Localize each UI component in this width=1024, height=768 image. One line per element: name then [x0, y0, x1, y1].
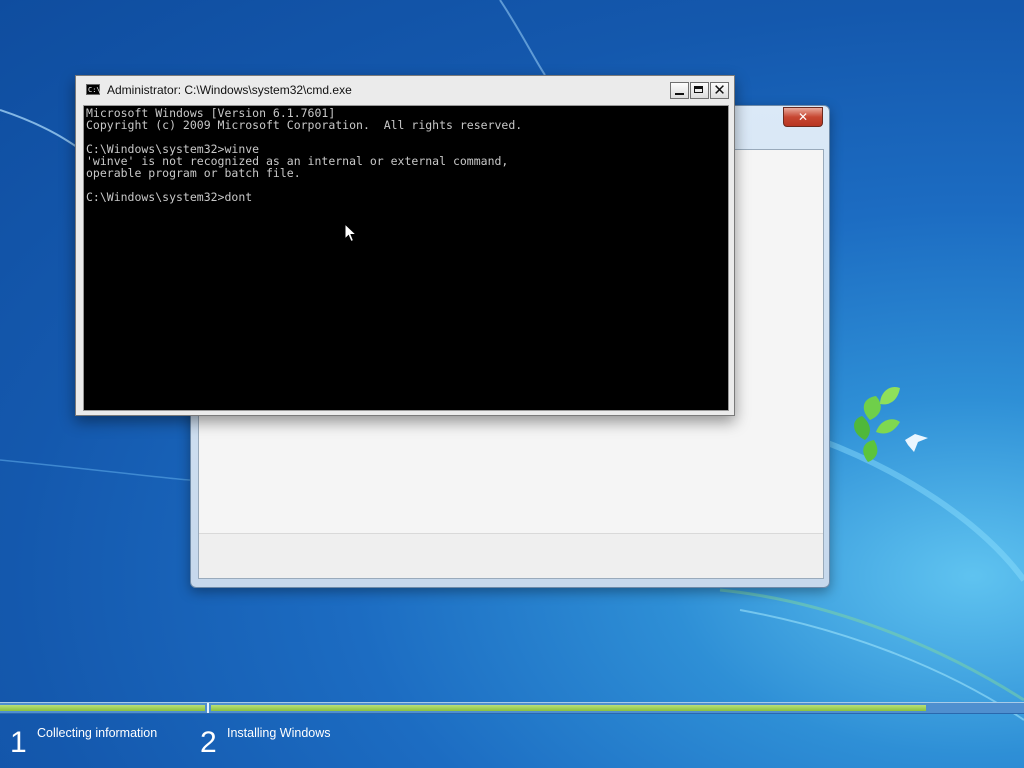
step-number: 2 [200, 726, 217, 759]
step-label: Installing Windows [227, 726, 331, 740]
progress-step-1-fill [0, 705, 205, 711]
windows-logo-icon [854, 386, 928, 462]
console-line: operable program or batch file. [86, 166, 301, 180]
maximize-icon [694, 86, 703, 93]
close-icon: ✕ [797, 110, 809, 124]
command-prompt-window: C:\ Administrator: C:\Windows\system32\c… [75, 75, 735, 416]
window-title: Administrator: C:\Windows\system32\cmd.e… [107, 83, 352, 97]
progress-step-2-fill [211, 705, 926, 711]
console-text: Microsoft Windows [Version 6.1.7601] Cop… [84, 106, 728, 204]
setup-footer [199, 533, 823, 578]
cmd-icon[interactable]: C:\ [86, 84, 101, 95]
close-icon: ✕ [713, 81, 726, 99]
console-line: Copyright (c) 2009 Microsoft Corporation… [86, 118, 523, 132]
step-number: 1 [10, 726, 27, 759]
maximize-button[interactable] [690, 82, 709, 99]
step-label: Collecting information [37, 726, 158, 740]
progress-divider [207, 703, 209, 713]
minimize-button[interactable] [670, 82, 689, 99]
cmd-titlebar[interactable]: C:\ Administrator: C:\Windows\system32\c… [80, 80, 729, 102]
close-button[interactable]: ✕ [710, 81, 729, 99]
setup-progress-bar [0, 702, 1024, 714]
minimize-icon [675, 93, 684, 95]
console-line: C:\Windows\system32>dont [86, 190, 253, 204]
mouse-cursor-icon [344, 223, 358, 243]
console-output[interactable]: Microsoft Windows [Version 6.1.7601] Cop… [83, 105, 729, 411]
setup-close-button[interactable]: ✕ [783, 107, 823, 127]
